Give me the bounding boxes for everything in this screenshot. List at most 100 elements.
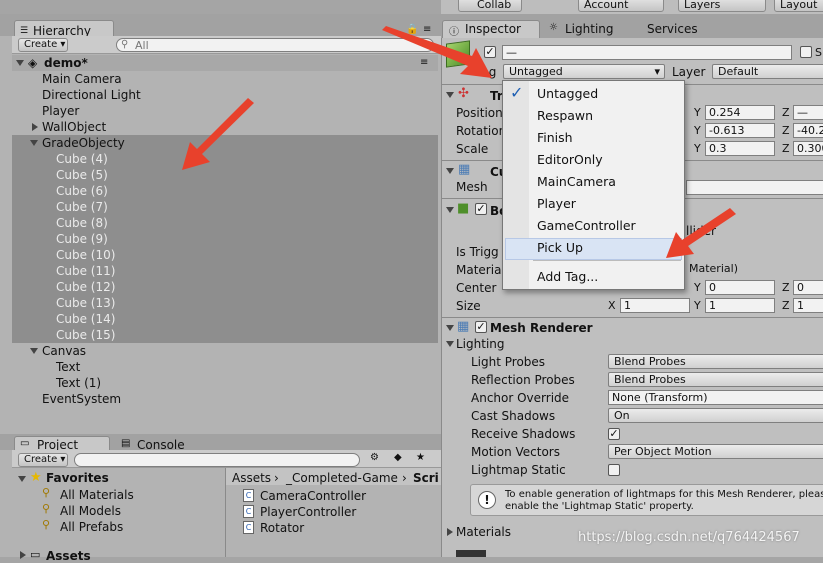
scene-expand-icon[interactable] (16, 60, 24, 66)
hierarchy-item[interactable]: Cube (15) (12, 327, 438, 343)
lightmap-static-checkbox[interactable] (608, 464, 620, 476)
scene-row[interactable]: ◈ demo* ≡ (12, 55, 438, 71)
tag-menu-item[interactable]: Finish (537, 130, 573, 145)
transform-y-field[interactable]: -0.613 (705, 123, 775, 138)
favorites-label: Favorites (46, 471, 109, 485)
assets-root-label: Assets (46, 549, 91, 563)
chevron-down-icon: ▾ (654, 65, 660, 78)
transform-z-value: — (797, 106, 808, 119)
renderer-value-dropdown[interactable]: None (Transform) (608, 390, 823, 405)
layer-label: Layer (672, 65, 706, 79)
size-y-value: 1 (709, 299, 716, 312)
menu-item-add-tag[interactable]: Add Tag... (537, 269, 598, 284)
hierarchy-item-label: GradeObjecty (42, 136, 125, 150)
size-y-field[interactable]: 1 (705, 298, 775, 313)
tag-menu-item[interactable]: Player (537, 196, 576, 211)
meshrenderer-enabled-checkbox[interactable]: ✓ (475, 321, 487, 333)
project-search-input[interactable] (74, 453, 360, 467)
materials-expand-icon[interactable] (447, 528, 453, 536)
favorites-expand-icon[interactable] (18, 476, 26, 482)
layout-button[interactable]: Layout (774, 0, 823, 12)
tag-menu-item[interactable]: Respawn (537, 108, 593, 123)
favorite-star-icon[interactable]: ★ (416, 452, 425, 463)
breadcrumb-assets[interactable]: Assets (232, 471, 271, 485)
filter-label-icon[interactable]: ◆ (394, 452, 402, 463)
hierarchy-item-label: Cube (14) (56, 312, 116, 326)
filter-type-icon[interactable]: ⚙ (370, 452, 379, 463)
meshrenderer-expand-icon[interactable] (446, 325, 454, 331)
center-y-field[interactable]: 0 (705, 280, 775, 295)
lighting-expand-icon[interactable] (446, 341, 454, 347)
project-create-label: Create (24, 454, 58, 465)
hierarchy-item[interactable]: Text (12, 359, 438, 375)
layers-button[interactable]: Layers (678, 0, 766, 12)
hierarchy-item[interactable]: EventSystem (12, 391, 438, 407)
hierarchy-create-button[interactable]: Create ▾ (18, 38, 68, 52)
tag-dropdown[interactable]: Untagged ▾ (503, 64, 665, 79)
account-button[interactable]: Account (578, 0, 664, 12)
expand-toggle-icon[interactable] (30, 348, 38, 354)
transform-expand-icon[interactable] (446, 92, 454, 98)
transform-y-field[interactable]: 0.3 (705, 141, 775, 156)
services-tab-label: Services (647, 22, 698, 36)
csharp-script-icon: C (243, 489, 254, 502)
hierarchy-item[interactable]: Cube (12) (12, 279, 438, 295)
tag-menu-item[interactable]: GameController (537, 218, 636, 233)
hierarchy-item[interactable]: Cube (6) (12, 183, 438, 199)
transform-y-field[interactable]: 0.254 (705, 105, 775, 120)
renderer-value-dropdown[interactable]: On (608, 408, 823, 423)
size-x-field[interactable]: 1 (620, 298, 690, 313)
transform-z-field[interactable]: — (793, 105, 823, 120)
tab-lighting[interactable]: ☼ Lighting (544, 20, 621, 38)
hierarchy-item[interactable]: Text (1) (12, 375, 438, 391)
script-file[interactable]: PlayerController (260, 505, 356, 519)
breadcrumb-scripts[interactable]: Scri (413, 471, 439, 485)
hierarchy-item[interactable]: Cube (13) (12, 295, 438, 311)
assets-expand-icon[interactable] (20, 551, 26, 559)
tag-menu-item[interactable]: MainCamera (537, 174, 616, 189)
breadcrumb-completed-game[interactable]: _Completed-Game (286, 471, 398, 485)
hierarchy-item-label: Main Camera (42, 72, 122, 86)
script-file[interactable]: Rotator (260, 521, 304, 535)
hierarchy-item[interactable]: Cube (7) (12, 199, 438, 215)
size-z-field[interactable]: 1 (793, 298, 823, 313)
hierarchy-item[interactable]: Cube (8) (12, 215, 438, 231)
hierarchy-item-label: Cube (15) (56, 328, 116, 342)
mesh-field[interactable] (686, 180, 823, 195)
tab-services[interactable]: Services (640, 20, 705, 38)
meshfilter-expand-icon[interactable] (446, 168, 454, 174)
search-favorite-icon: ⚲ (42, 502, 51, 515)
hierarchy-item-label: Text (1) (56, 376, 102, 390)
expand-toggle-icon[interactable] (30, 140, 38, 146)
hierarchy-item[interactable]: Cube (10) (12, 247, 438, 263)
boxcollider-expand-icon[interactable] (446, 207, 454, 213)
hierarchy-item[interactable]: Canvas (12, 343, 438, 359)
gameobject-name-field[interactable]: — (502, 45, 792, 60)
renderer-value-dropdown[interactable]: Blend Probes (608, 372, 823, 387)
material-field[interactable]: Material) (686, 262, 823, 277)
folder-icon: ▭ (20, 438, 30, 449)
favorite-item[interactable]: All Materials (60, 488, 134, 502)
renderer-value-dropdown[interactable]: Blend Probes (608, 354, 823, 369)
static-checkbox[interactable] (800, 46, 812, 58)
tag-menu-item[interactable]: EditorOnly (537, 152, 603, 167)
hierarchy-item[interactable]: Cube (11) (12, 263, 438, 279)
receive-shadows-checkbox[interactable]: ✓ (608, 428, 620, 440)
collab-button[interactable]: Collab (458, 0, 522, 12)
tag-menu-item[interactable]: Untagged (537, 86, 598, 101)
layer-dropdown[interactable]: Default (712, 64, 823, 79)
expand-toggle-icon[interactable] (32, 123, 38, 131)
transform-z-field[interactable]: -40.2 (793, 123, 823, 138)
hierarchy-item[interactable]: Cube (14) (12, 311, 438, 327)
hierarchy-item[interactable]: Cube (9) (12, 231, 438, 247)
hierarchy-item[interactable]: Main Camera (12, 71, 438, 87)
script-file[interactable]: CameraController (260, 489, 366, 503)
boxcollider-enabled-checkbox[interactable]: ✓ (475, 203, 487, 215)
center-z-field[interactable]: 0 (793, 280, 823, 295)
favorite-item[interactable]: All Prefabs (60, 520, 123, 534)
favorite-item[interactable]: All Models (60, 504, 121, 518)
project-create-button[interactable]: Create ▾ (18, 453, 68, 467)
renderer-value-dropdown[interactable]: Per Object Motion (608, 444, 823, 459)
transform-z-field[interactable]: 0.300 (793, 141, 823, 156)
tag-menu-item[interactable]: Pick Up (537, 240, 583, 255)
